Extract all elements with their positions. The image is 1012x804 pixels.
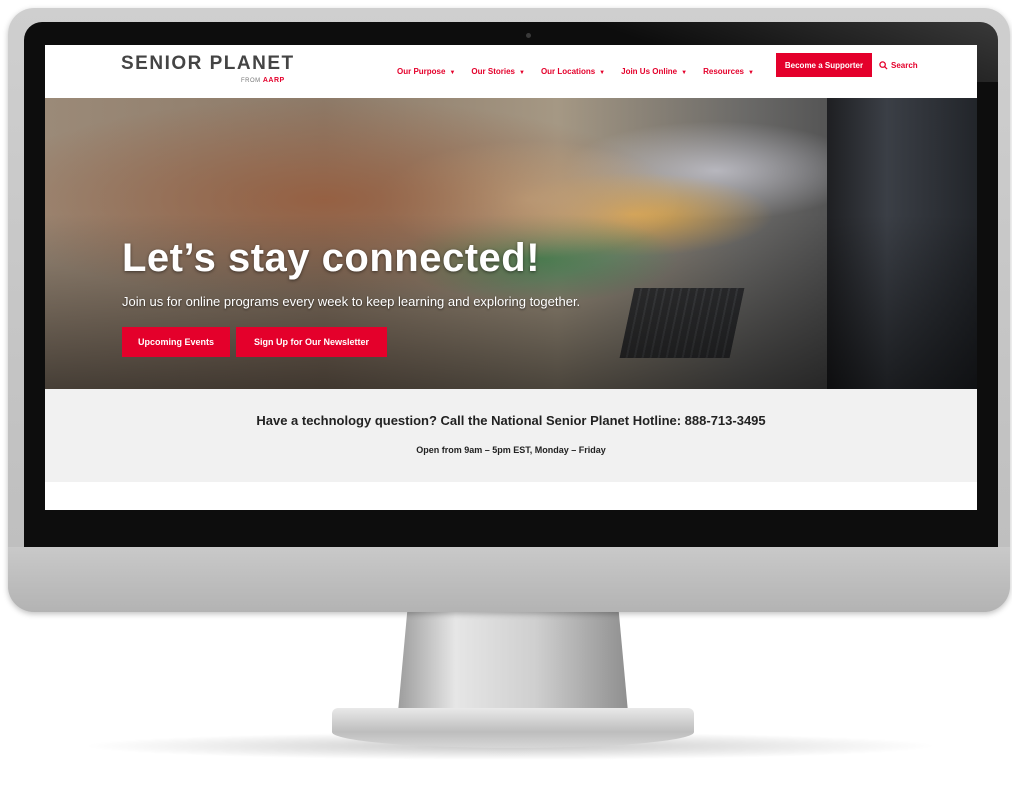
nav-item-label: Our Locations <box>540 67 596 76</box>
hotline-banner: Have a technology question? Call the Nat… <box>45 389 977 482</box>
nav-resources[interactable]: Resources ▼ <box>703 67 754 76</box>
website-screen: SENIOR PLANET FROM AARP Our Purpose ▼ Our… <box>45 45 977 510</box>
caret-down-icon: ▼ <box>599 70 606 76</box>
site-header: SENIOR PLANET FROM AARP Our Purpose ▼ Our… <box>45 45 977 98</box>
hero-banner: Let’s stay connected! Join us for online… <box>45 98 977 389</box>
nav-our-locations[interactable]: Our Locations ▼ <box>541 67 605 76</box>
hotline-title: Have a technology question? Call the Nat… <box>256 413 766 428</box>
caret-down-icon: ▼ <box>681 70 688 76</box>
hero-subtitle: Join us for online programs every week t… <box>122 294 581 309</box>
camera-icon <box>526 33 531 38</box>
become-supporter-button[interactable]: Become a Supporter <box>776 53 872 77</box>
nav-item-label: Join Us Online <box>621 67 678 76</box>
logo-name: SENIOR PLANET <box>121 53 295 74</box>
logo-from: FROM <box>241 78 261 84</box>
senior-planet-logo[interactable]: SENIOR PLANET FROM AARP <box>121 53 311 93</box>
caret-down-icon: ▼ <box>449 70 456 76</box>
nav-our-stories[interactable]: Our Stories ▼ <box>471 67 525 76</box>
monitor-stand-neck <box>398 612 628 712</box>
upcoming-events-button[interactable]: Upcoming Events <box>122 327 230 357</box>
caret-down-icon: ▼ <box>518 70 525 76</box>
hotline-hours: Open from 9am – 5pm EST, Monday – Friday <box>416 445 606 455</box>
nav-item-label: Our Stories <box>471 67 515 76</box>
caret-down-icon: ▼ <box>748 70 754 76</box>
nav-join-us-online[interactable]: Join Us Online ▼ <box>621 67 687 76</box>
search-label: Search <box>891 60 918 70</box>
monitor-chin <box>8 547 1010 612</box>
nav-item-label: Resources <box>703 67 745 76</box>
main-nav: Our Purpose ▼ Our Stories ▼ Our Locations ▼… <box>397 45 754 98</box>
monitor-stand-base <box>332 708 694 748</box>
hero-title: Let’s stay connected! <box>122 236 541 280</box>
search-link[interactable]: Search <box>879 53 918 77</box>
nav-our-purpose[interactable]: Our Purpose ▼ <box>397 67 455 76</box>
aarp-logo: AARP <box>262 77 285 84</box>
newsletter-signup-button[interactable]: Sign Up for Our Newsletter <box>236 327 387 357</box>
nav-item-label: Our Purpose <box>397 67 446 76</box>
logo-from-aarp: FROM AARP <box>241 77 285 84</box>
search-icon <box>879 60 888 70</box>
